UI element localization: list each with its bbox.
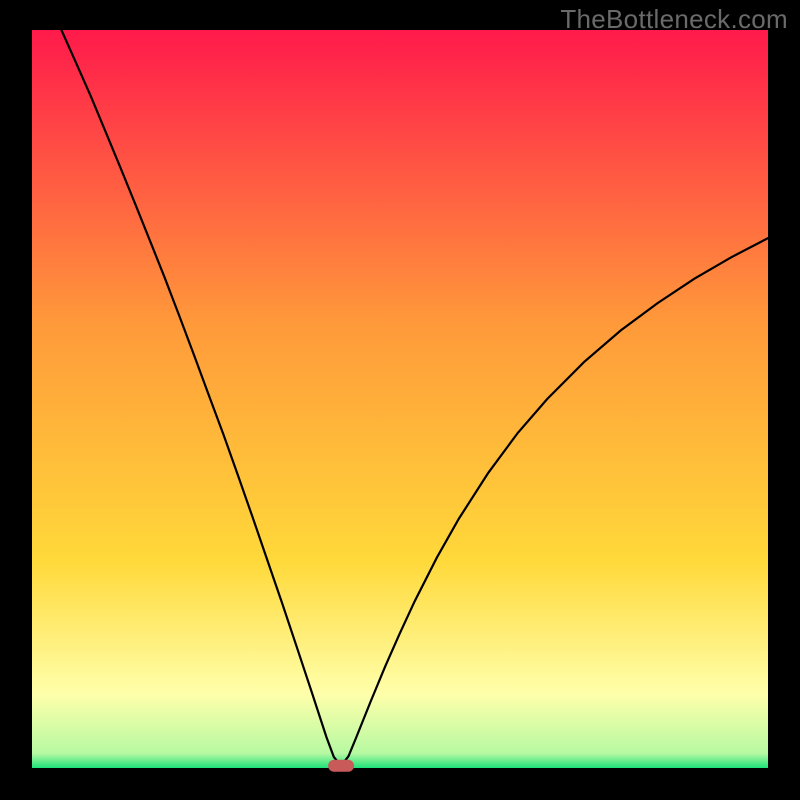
watermark: TheBottleneck.com (560, 4, 788, 35)
optimal-marker (328, 760, 354, 772)
bottleneck-chart (0, 0, 800, 800)
chart-container: { "watermark": "TheBottleneck.com", "cha… (0, 0, 800, 800)
gradient-background (32, 30, 768, 768)
